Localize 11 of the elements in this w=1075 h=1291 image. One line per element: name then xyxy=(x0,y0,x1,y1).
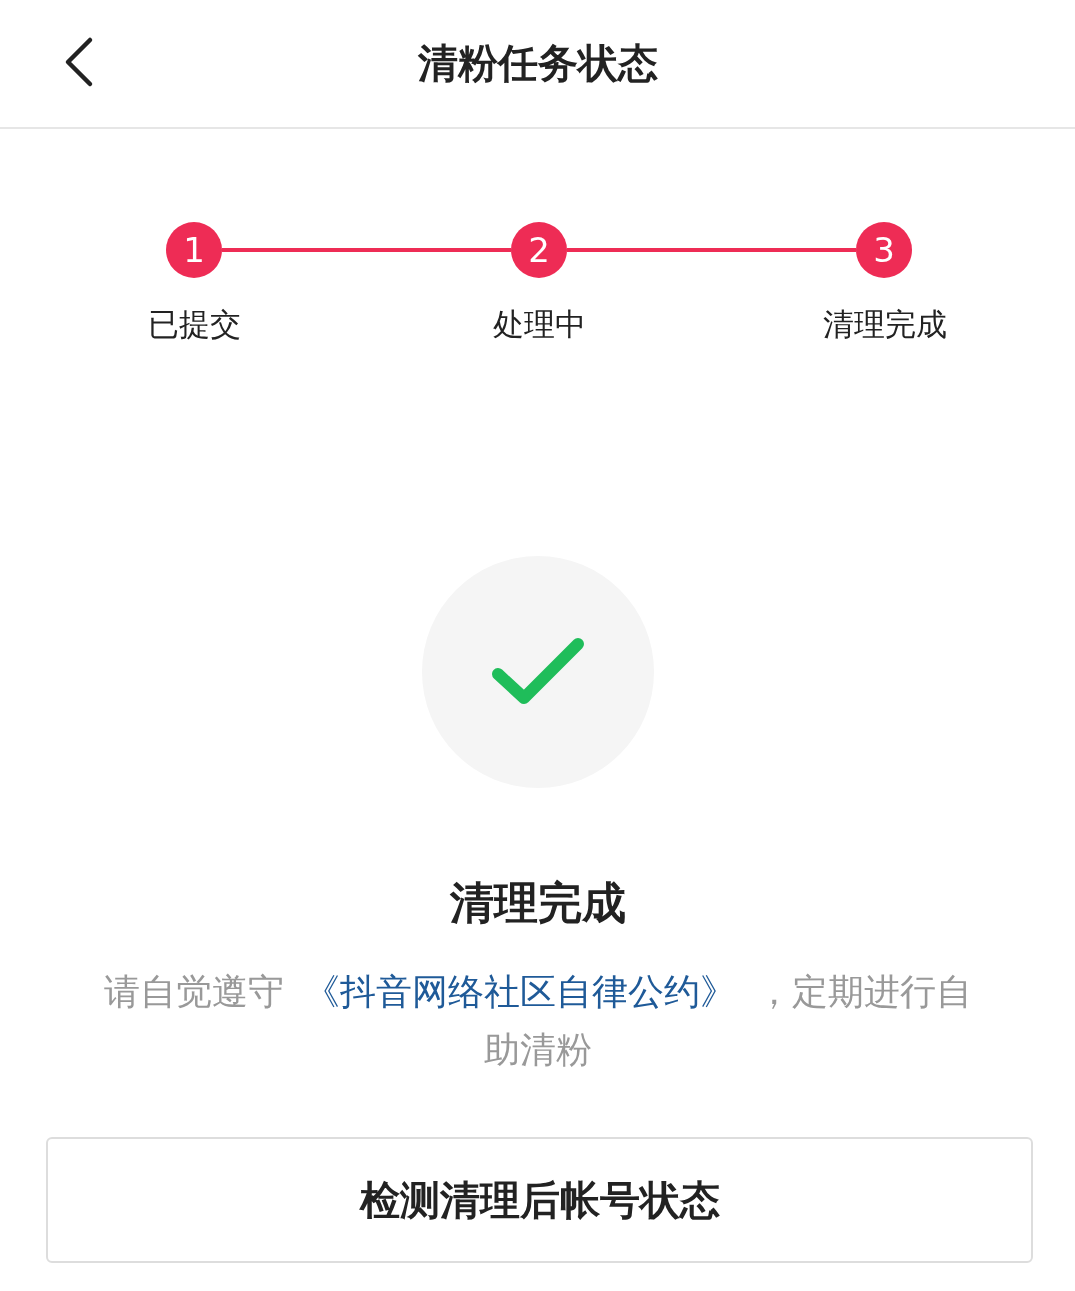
result-title: 清理完成 xyxy=(448,876,627,930)
notice-text: 请自觉遵守 《抖音网络社区自律公约》 ，定期进行自助清粉 xyxy=(102,970,973,1072)
step-number: 3 xyxy=(856,222,912,278)
step-number: 2 xyxy=(511,222,567,278)
page-title: 清粉任务状态 xyxy=(417,39,658,88)
step-label: 清理完成 xyxy=(822,305,947,344)
step-label: 已提交 xyxy=(148,305,241,344)
check-status-button[interactable]: 检测清理后帐号状态 xyxy=(46,1137,1033,1263)
step-label: 处理中 xyxy=(493,305,586,344)
guideline-link[interactable]: 《抖音网络社区自律公约》 xyxy=(303,971,736,1012)
step-number: 1 xyxy=(166,222,222,278)
